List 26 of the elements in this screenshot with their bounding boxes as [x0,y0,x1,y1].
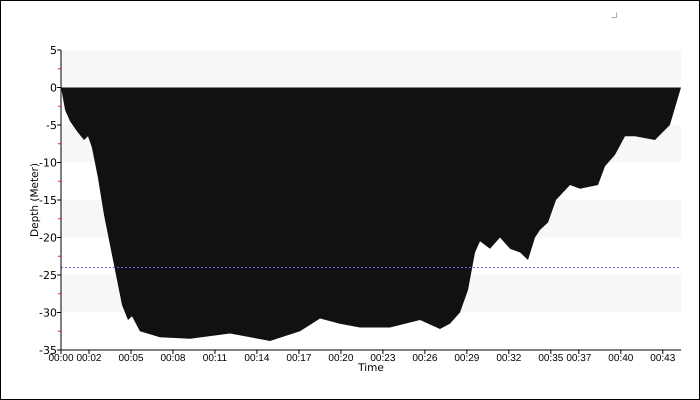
x-tick-label: 00:11 [202,353,228,364]
y-tick-label: -5 [46,119,57,132]
y-tick-label: -30 [39,306,57,320]
x-tick-label: 00:40 [608,353,634,364]
y-tick-label: 5 [50,44,57,57]
x-axis-title: Time [358,362,384,374]
y-tick-label: -15 [39,194,57,207]
x-tick-label: 00:14 [244,353,270,364]
x-tick-label: 00:43 [650,353,676,364]
y-tick-label: -25 [39,269,57,282]
x-tick-label: 00:37 [566,353,592,364]
x-tick-label: 00:17 [286,353,312,364]
corner-mark-icon [611,12,617,18]
x-tick-label: 00:35 [538,353,564,364]
x-tick-label: 00:26 [412,353,438,364]
x-tick-label: 00:05 [118,353,144,364]
y-axis-title: Depth (Meter) [29,163,41,237]
x-tick-label: 00:29 [454,353,480,364]
x-tick-label: 00:23 [370,353,396,364]
x-tick-label: 00:02 [76,353,102,364]
y-tick-label: -10 [39,156,57,170]
y-tick-label: -20 [39,232,57,244]
x-tick-label: 00:32 [496,353,522,364]
x-tick-label: 00:20 [328,353,354,364]
x-tick-label: 00:08 [160,353,186,364]
y-tick-label: 0 [50,82,57,94]
